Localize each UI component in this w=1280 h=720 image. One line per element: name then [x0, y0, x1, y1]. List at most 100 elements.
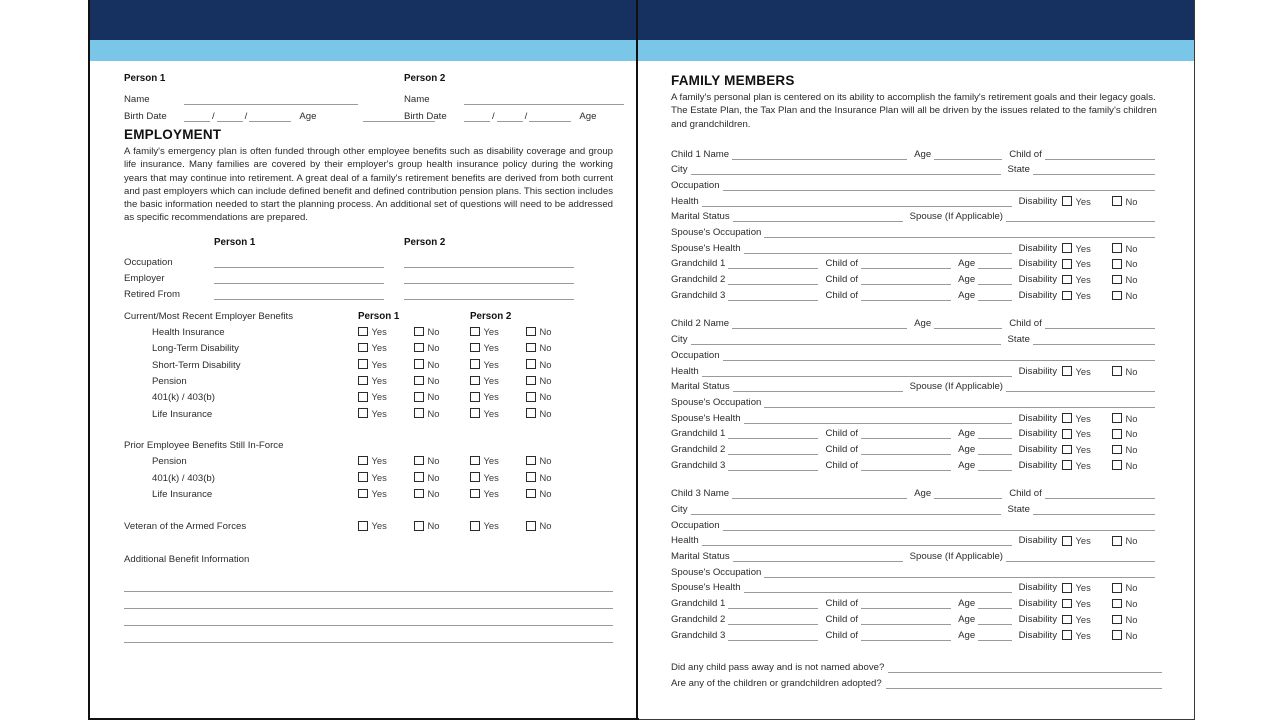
current-health-insurance-person1-no[interactable]: No — [414, 326, 470, 337]
current-long-term-disability-person1-no[interactable]: No — [414, 342, 470, 353]
current-short-term-disability-person1-no[interactable]: No — [414, 359, 470, 370]
checkbox-icon[interactable] — [414, 455, 424, 466]
child-3-age-input[interactable] — [934, 488, 1003, 500]
child-2-grandchild-2-disability-no[interactable]: No — [1112, 444, 1162, 455]
child-1-grandchild-1-child-of-input[interactable] — [861, 258, 952, 270]
employment-occupation-person1-input[interactable] — [214, 257, 384, 268]
child-3-grandchild-3-child-of-input[interactable] — [861, 630, 952, 641]
prior-pension-person1-no[interactable]: No — [414, 455, 470, 466]
person-1-birth-day-input[interactable] — [216, 111, 243, 122]
child-2-grandchild-1-child-of-input[interactable] — [861, 428, 952, 440]
checkbox-icon[interactable] — [414, 326, 424, 337]
child-3-grandchild-1-age-input[interactable] — [978, 598, 1012, 610]
additional-benefit-line-2[interactable] — [124, 592, 613, 610]
checkbox-icon[interactable] — [470, 408, 480, 418]
child-2-state-input[interactable] — [1032, 334, 1155, 346]
checkbox-icon[interactable] — [1112, 444, 1122, 455]
checkbox-icon[interactable] — [1112, 259, 1122, 269]
child-3-grandchild-3-age-input[interactable] — [978, 630, 1012, 641]
veteran-person2-no[interactable]: No — [526, 520, 582, 531]
checkbox-icon[interactable] — [414, 408, 424, 418]
current-401k-person1-yes[interactable]: Yes — [358, 391, 414, 402]
child-2-city-input[interactable] — [690, 334, 1001, 346]
checkbox-icon[interactable] — [414, 359, 424, 369]
checkbox-icon[interactable] — [414, 392, 424, 402]
checkbox-icon[interactable] — [414, 488, 424, 499]
child-1-health-input[interactable] — [701, 196, 1012, 207]
child-3-health-input[interactable] — [701, 535, 1012, 547]
person-2-birth-year-input[interactable] — [529, 111, 572, 122]
current-health-insurance-person2-no[interactable]: No — [526, 326, 582, 337]
child-1-grandchild-3-disability-no[interactable]: No — [1112, 290, 1162, 301]
child-1-grandchild-1-disability-no[interactable]: No — [1112, 258, 1162, 269]
current-health-insurance-person2-yes[interactable]: Yes — [470, 326, 526, 337]
checkbox-icon[interactable] — [1062, 259, 1072, 269]
question-adopted-input[interactable] — [885, 678, 1162, 689]
child-3-grandchild-1-disability-no[interactable]: No — [1112, 598, 1162, 609]
current-401k-person2-yes[interactable]: Yes — [470, 391, 526, 402]
child-1-state-input[interactable] — [1032, 164, 1155, 176]
checkbox-icon[interactable] — [1112, 598, 1122, 609]
child-1-spouse-disability-no[interactable]: No — [1112, 243, 1162, 254]
checkbox-icon[interactable] — [1112, 614, 1122, 625]
checkbox-icon[interactable] — [526, 408, 536, 418]
person-1-name-input[interactable] — [184, 94, 358, 105]
checkbox-icon[interactable] — [526, 521, 536, 531]
current-pension-person1-no[interactable]: No — [414, 375, 470, 386]
employment-occupation-person2-input[interactable] — [404, 257, 574, 268]
child-1-spouse-disability-yes[interactable]: Yes — [1062, 243, 1112, 254]
checkbox-icon[interactable] — [1062, 290, 1072, 301]
prior-401k-person1-yes[interactable]: Yes — [358, 472, 414, 483]
checkbox-icon[interactable] — [470, 359, 480, 369]
child-1-spouse-health-input[interactable] — [743, 243, 1012, 254]
checkbox-icon[interactable] — [470, 455, 480, 466]
checkbox-icon[interactable] — [470, 326, 480, 337]
prior-401k-person2-no[interactable]: No — [526, 472, 582, 483]
checkbox-icon[interactable] — [358, 521, 368, 531]
child-1-grandchild-1-disability-yes[interactable]: Yes — [1062, 258, 1112, 269]
checkbox-icon[interactable] — [414, 342, 424, 353]
child-1-name-input[interactable] — [732, 149, 908, 160]
prior-pension-person2-no[interactable]: No — [526, 455, 582, 466]
child-3-grandchild-3-name-input[interactable] — [728, 630, 819, 641]
checkbox-icon[interactable] — [414, 375, 424, 386]
checkbox-icon[interactable] — [1062, 413, 1072, 423]
checkbox-icon[interactable] — [526, 326, 536, 337]
prior-life-insurance-person1-no[interactable]: No — [414, 488, 470, 499]
child-3-spouse-health-input[interactable] — [743, 582, 1012, 594]
child-1-spouse-occupation-input[interactable] — [764, 227, 1155, 239]
checkbox-icon[interactable] — [1062, 598, 1072, 609]
employment-employer-person1-input[interactable] — [214, 273, 384, 284]
checkbox-icon[interactable] — [1112, 274, 1122, 285]
child-1-spouse-input[interactable] — [1005, 211, 1155, 223]
child-3-state-input[interactable] — [1032, 504, 1155, 516]
checkbox-icon[interactable] — [1112, 413, 1122, 423]
child-2-grandchild-2-age-input[interactable] — [978, 444, 1012, 455]
checkbox-icon[interactable] — [1112, 536, 1122, 546]
current-long-term-disability-person2-yes[interactable]: Yes — [470, 342, 526, 353]
child-3-grandchild-1-child-of-input[interactable] — [861, 598, 952, 610]
employment-employer-person2-input[interactable] — [404, 273, 574, 284]
employment-retired-from-person1-input[interactable] — [214, 289, 384, 300]
child-2-spouse-health-input[interactable] — [743, 413, 1012, 424]
child-3-spouse-disability-no[interactable]: No — [1112, 582, 1162, 593]
child-2-grandchild-2-name-input[interactable] — [728, 444, 819, 455]
child-3-grandchild-1-name-input[interactable] — [728, 598, 819, 610]
child-3-grandchild-2-child-of-input[interactable] — [861, 614, 952, 625]
prior-pension-person1-yes[interactable]: Yes — [358, 455, 414, 466]
checkbox-icon[interactable] — [1112, 196, 1122, 206]
child-3-name-input[interactable] — [732, 488, 908, 500]
child-1-grandchild-3-child-of-input[interactable] — [861, 290, 952, 301]
child-1-grandchild-2-child-of-input[interactable] — [861, 274, 952, 286]
checkbox-icon[interactable] — [1062, 444, 1072, 455]
current-short-term-disability-person2-no[interactable]: No — [526, 359, 582, 370]
child-2-health-input[interactable] — [701, 366, 1012, 377]
person-2-birth-month-input[interactable] — [464, 111, 490, 122]
child-2-grandchild-3-child-of-input[interactable] — [861, 460, 952, 471]
prior-life-insurance-person2-no[interactable]: No — [526, 488, 582, 499]
child-3-grandchild-3-disability-no[interactable]: No — [1112, 630, 1162, 641]
current-401k-person1-no[interactable]: No — [414, 391, 470, 402]
child-2-grandchild-3-disability-no[interactable]: No — [1112, 460, 1162, 471]
child-2-marital-status-input[interactable] — [732, 381, 903, 393]
prior-life-insurance-person2-yes[interactable]: Yes — [470, 488, 526, 499]
